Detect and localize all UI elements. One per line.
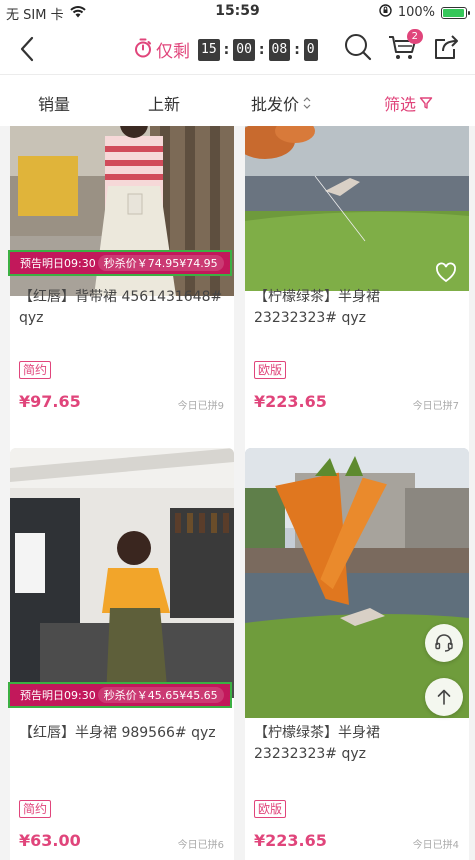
flash-sale-banner: 预告明日09:30 秒杀价￥45.65¥45.65: [8, 682, 232, 708]
status-bar: 无 SIM 卡 15:59 100%: [0, 0, 475, 24]
share-button[interactable]: [431, 32, 461, 62]
headset-icon: [435, 634, 453, 652]
search-icon: [345, 34, 372, 61]
filter-bar: 销量 上新 批发价 筛选: [0, 74, 475, 126]
back-button[interactable]: [14, 34, 42, 64]
product-title: 【柠檬绿茶】半身裙 23232323# qyz: [254, 725, 380, 762]
product-title: 【红唇】背带裙 4561431648# qyz: [19, 289, 223, 326]
sort-price-label: 批发价: [251, 95, 300, 114]
timer-separator: :: [294, 41, 300, 58]
product-title: 【红唇】半身裙 989566# qyz: [19, 725, 216, 741]
timer-minutes: 00: [233, 38, 255, 61]
timer-label: 仅剩: [156, 42, 190, 62]
product-price: ¥223.65: [254, 831, 327, 850]
countdown-timer: 仅剩 15 : 00 : 08 : 0: [134, 37, 318, 62]
arrow-up-icon: [437, 689, 451, 705]
timer-separator: :: [223, 41, 230, 58]
filter-button[interactable]: 筛选: [384, 91, 433, 115]
timer-tenths: 0: [303, 38, 318, 61]
product-price: ¥223.65: [254, 392, 327, 411]
timer-separator: :: [258, 41, 265, 58]
timer-hours: 15: [198, 38, 220, 61]
sale-price-text: 秒杀价￥45.65¥45.65: [97, 687, 224, 703]
sort-new[interactable]: 上新: [148, 91, 180, 115]
product-sold-count: 今日已拼9: [177, 401, 224, 412]
product-sold-count: 今日已拼4: [412, 840, 459, 851]
sale-price-text: 秒杀价￥74.95¥74.95: [97, 255, 224, 271]
battery-percent: 100%: [397, 5, 435, 20]
back-arrow-icon: [20, 36, 34, 62]
search-button[interactable]: [343, 32, 373, 62]
stopwatch-icon: [134, 38, 152, 62]
sort-sales[interactable]: 销量: [38, 91, 70, 115]
product-tag: 欧版: [254, 361, 287, 379]
share-icon: [435, 35, 458, 59]
product-price: ¥97.65: [19, 392, 81, 411]
customer-service-button[interactable]: [425, 624, 463, 662]
product-tag: 欧版: [254, 800, 287, 818]
favorite-button[interactable]: [435, 262, 457, 284]
cart-badge: 2: [406, 29, 423, 44]
scroll-to-top-button[interactable]: [425, 678, 463, 716]
orientation-lock-icon: [379, 4, 392, 21]
product-sold-count: 今日已拼7: [412, 401, 459, 412]
sort-sales-label: 销量: [38, 95, 71, 114]
product-tag: 简约: [19, 800, 52, 818]
product-tag: 简约: [19, 361, 52, 379]
product-image: [245, 448, 469, 718]
product-title: 【柠檬绿茶】半身裙 23232323# qyz: [254, 289, 380, 326]
sale-preview-text: 预告明日09:30: [20, 257, 96, 270]
funnel-icon: [419, 97, 433, 109]
timer-seconds: 08: [268, 38, 291, 61]
sort-toggle-icon: [303, 97, 311, 109]
cart-button[interactable]: 2: [387, 29, 423, 62]
flash-sale-banner: 预告明日09:30 秒杀价￥74.95¥74.95: [8, 250, 232, 276]
battery-icon: [441, 6, 470, 19]
sort-wholesale-price[interactable]: 批发价: [251, 91, 312, 115]
product-image: [10, 448, 234, 698]
product-sold-count: 今日已拼6: [177, 840, 224, 851]
product-price: ¥63.00: [19, 831, 81, 850]
nav-bar: 仅剩 15 : 00 : 08 : 0 2: [0, 24, 475, 74]
product-grid: 【红唇】背带裙 4561431648# qyz 简约 ¥97.65 今日已拼9 …: [0, 126, 475, 860]
heart-icon: [436, 262, 456, 283]
sort-new-label: 上新: [148, 95, 181, 114]
filter-label: 筛选: [384, 95, 417, 114]
sale-preview-text: 预告明日09:30: [20, 689, 96, 702]
product-card[interactable]: 【红唇】半身裙 989566# qyz 简约 ¥63.00 今日已拼6: [10, 448, 234, 860]
